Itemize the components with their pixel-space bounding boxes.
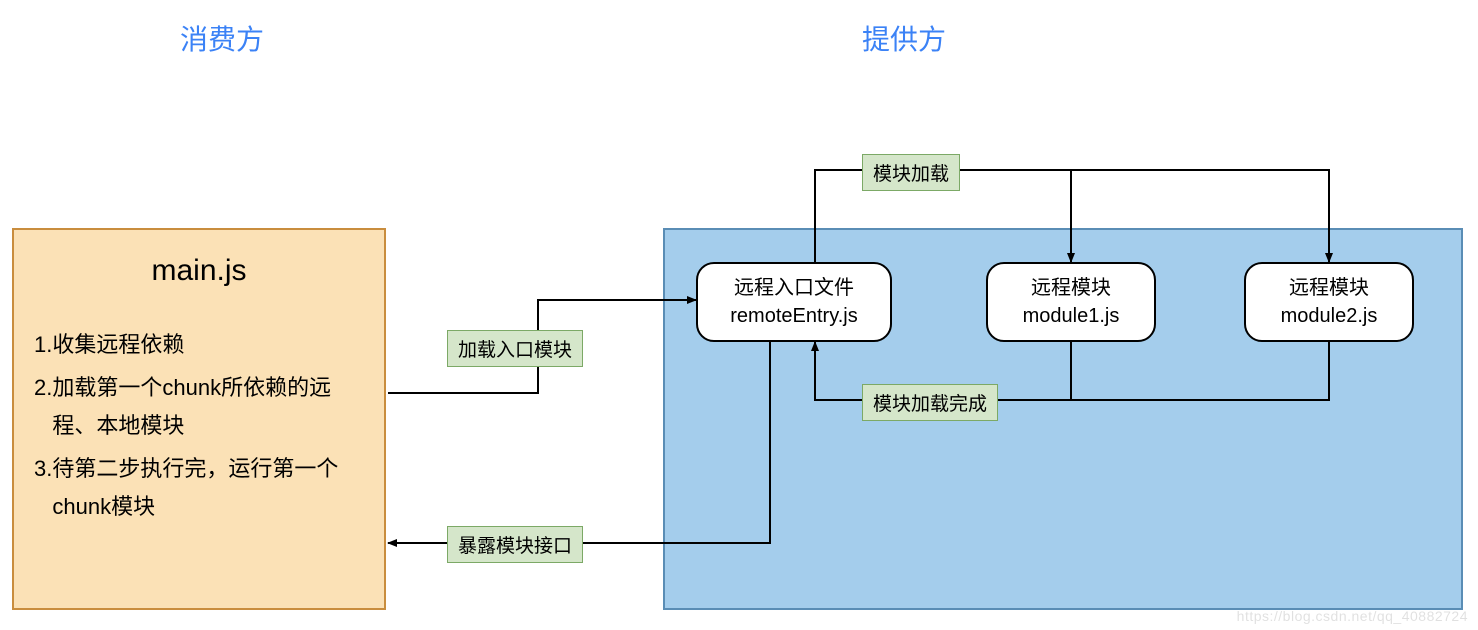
step-number: 3. bbox=[34, 450, 52, 525]
step-text: 收集远程依赖 bbox=[52, 326, 364, 363]
list-item: 3. 待第二步执行完，运行第一个chunk模块 bbox=[34, 450, 364, 525]
remote-entry-box: 远程入口文件 remoteEntry.js bbox=[696, 262, 892, 342]
consumer-header: 消费方 bbox=[180, 18, 264, 58]
label-module-load-done: 模块加载完成 bbox=[862, 384, 998, 421]
list-item: 2. 加载第一个chunk所依赖的远程、本地模块 bbox=[34, 369, 364, 444]
watermark-text: https://blog.csdn.net/qq_40882724 bbox=[1237, 608, 1468, 624]
remote-module2-box: 远程模块 module2.js bbox=[1244, 262, 1414, 342]
consumer-title: main.js bbox=[34, 254, 364, 288]
module2-line2: module2.js bbox=[1281, 302, 1378, 330]
provider-header: 提供方 bbox=[862, 18, 946, 58]
consumer-steps-list: 1. 收集远程依赖 2. 加载第一个chunk所依赖的远程、本地模块 3. 待第… bbox=[34, 326, 364, 525]
step-number: 1. bbox=[34, 326, 52, 363]
module1-line1: 远程模块 bbox=[1031, 274, 1111, 302]
label-expose-interface: 暴露模块接口 bbox=[447, 526, 583, 563]
remote-entry-line2: remoteEntry.js bbox=[730, 302, 857, 330]
remote-module1-box: 远程模块 module1.js bbox=[986, 262, 1156, 342]
module1-line2: module1.js bbox=[1023, 302, 1120, 330]
label-module-load: 模块加载 bbox=[862, 154, 960, 191]
step-text: 加载第一个chunk所依赖的远程、本地模块 bbox=[52, 369, 364, 444]
label-load-entry: 加载入口模块 bbox=[447, 330, 583, 367]
module2-line1: 远程模块 bbox=[1289, 274, 1369, 302]
step-number: 2. bbox=[34, 369, 52, 444]
remote-entry-line1: 远程入口文件 bbox=[734, 274, 854, 302]
list-item: 1. 收集远程依赖 bbox=[34, 326, 364, 363]
consumer-container: main.js 1. 收集远程依赖 2. 加载第一个chunk所依赖的远程、本地… bbox=[12, 228, 386, 610]
step-text: 待第二步执行完，运行第一个chunk模块 bbox=[52, 450, 364, 525]
